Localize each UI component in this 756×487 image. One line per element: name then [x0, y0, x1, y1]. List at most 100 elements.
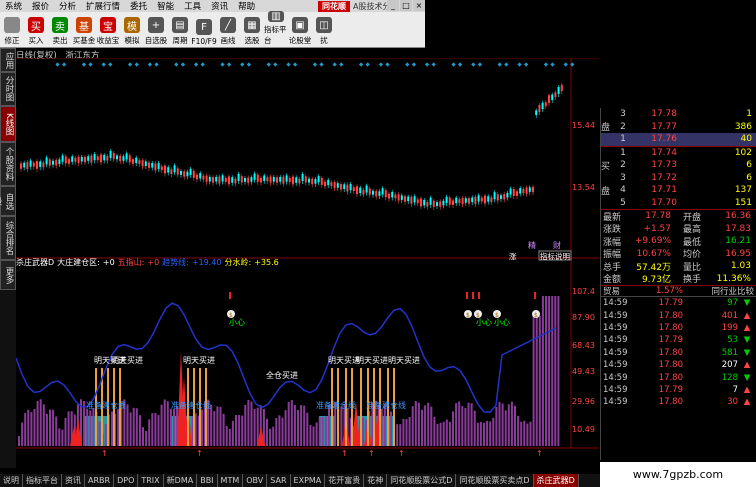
toolbar-icon: + — [148, 17, 164, 33]
candle-body — [186, 171, 189, 177]
toolbar-button[interactable]: 宝收益宝 — [96, 12, 120, 46]
candle-body — [554, 92, 557, 97]
indicator-tab[interactable]: OBV — [243, 474, 268, 487]
indicator-tab[interactable]: 杀庄武器D — [533, 474, 579, 487]
candle-body — [173, 165, 176, 173]
toolbar-button[interactable]: ╱ 画线 — [216, 12, 240, 46]
toolbar-button[interactable]: ▤ 周期 — [168, 12, 192, 46]
histogram-bar — [117, 409, 120, 446]
candle-body — [87, 156, 90, 161]
toolbar-button[interactable]: ▥ 指标平台 — [264, 11, 288, 46]
minimize-button[interactable]: _ — [387, 0, 399, 11]
toolbar-button[interactable]: 修正 — [0, 12, 24, 46]
histogram-bar — [421, 409, 423, 446]
price-tick: 15.44 — [572, 121, 595, 130]
histogram-bar — [461, 406, 464, 446]
candle-body — [343, 184, 346, 189]
event-marker — [523, 62, 529, 67]
candle-body — [333, 182, 336, 189]
indicator-tab[interactable]: DPO — [114, 474, 139, 487]
left-tab[interactable]: 个股资料 — [0, 142, 16, 186]
candle-body — [532, 186, 534, 193]
toolbar-icon: ▣ — [292, 17, 308, 33]
menu-item[interactable]: 委托 — [125, 0, 152, 12]
stat-label: 最高 — [682, 225, 701, 236]
toolbar-button[interactable]: 基买基金 — [72, 12, 96, 46]
candle-body — [276, 177, 278, 183]
histogram-bar — [92, 408, 95, 446]
histogram-bar — [383, 403, 386, 446]
candle-body — [269, 176, 272, 183]
candle-body — [352, 187, 355, 192]
toolbar-label: 买入 — [28, 36, 44, 45]
maximize-button[interactable]: □ — [400, 0, 412, 11]
tick-price: 17.80 — [658, 372, 683, 383]
event-marker — [246, 62, 252, 67]
toolbar-button[interactable]: + 自选股 — [144, 12, 168, 46]
histogram-bar — [250, 401, 253, 446]
candle-body — [535, 110, 538, 115]
toolbar-button[interactable]: ▦ 选股 — [240, 12, 264, 46]
indicator-tab[interactable]: ARBR — [85, 474, 115, 487]
left-tab[interactable]: 自选股 — [0, 186, 16, 216]
toolbar-button[interactable]: 买买入 — [24, 12, 48, 46]
quote-stat-row: 涨跌 +1.57 最高 17.83 — [601, 223, 756, 236]
indicator-tab[interactable]: 同花顺股票公式D — [387, 474, 457, 487]
left-tab[interactable]: 分时图 — [0, 72, 16, 106]
indicator-tab[interactable]: 新DMA — [164, 474, 198, 487]
indicator-tab[interactable]: 花神 — [364, 474, 388, 487]
menu-item[interactable]: 工具 — [179, 0, 206, 12]
indicator-tab[interactable]: 说明 — [0, 474, 23, 487]
menu-item[interactable]: 帮助 — [233, 0, 260, 12]
order-volume: 386 — [734, 121, 752, 132]
tick-time: 14:59 — [603, 335, 628, 346]
candle-body — [148, 162, 150, 168]
indicator-tab[interactable]: 资讯 — [62, 474, 85, 487]
menu-item[interactable]: 报价 — [27, 0, 54, 12]
indicator-tab[interactable]: 同花顺股票买卖点D — [456, 474, 534, 487]
close-button[interactable]: × — [413, 0, 425, 11]
toolbar-button[interactable]: 卖卖出 — [48, 12, 72, 46]
toolbar-button[interactable]: F F10/F9 — [191, 12, 217, 46]
indicator-tab[interactable]: EXPMA — [291, 474, 326, 487]
menu-item[interactable]: 智能 — [152, 0, 179, 12]
indicator-tab[interactable]: MTM — [218, 474, 244, 487]
candle-body — [432, 200, 435, 207]
menu-item[interactable]: 分析 — [54, 0, 81, 12]
chart-area[interactable]: 15.4413.54杀庄武器D 大庄建仓区: +0 五指山: +0 趋势线: +19.40 分… — [16, 58, 599, 463]
industry-compare-link[interactable]: 同行业比较 — [683, 285, 754, 297]
histogram-bar — [269, 428, 272, 446]
indicator-tab[interactable]: BBI — [197, 474, 218, 487]
sell-order-row: 盘 2 17.77 386 — [601, 121, 756, 134]
histogram-bar — [306, 412, 309, 446]
toolbar-button[interactable]: ◫ 扰 — [312, 12, 336, 46]
histogram-bar — [21, 422, 24, 446]
left-tab[interactable]: K线图 — [0, 106, 16, 142]
histogram-bar — [328, 405, 330, 446]
candle-body — [365, 185, 368, 193]
left-tab[interactable]: 更多 — [0, 260, 16, 290]
menu-item[interactable]: 系统 — [0, 0, 27, 12]
menu-item[interactable]: 资讯 — [206, 0, 233, 12]
indicator-tab[interactable]: TRIX — [138, 474, 164, 487]
warning-marker — [478, 292, 480, 299]
prepare-line-label: 准备建仓线 — [86, 400, 126, 410]
indicator-tab[interactable]: 指标平台 — [23, 474, 62, 487]
indicator-tab[interactable]: SAR — [267, 474, 291, 487]
event-marker — [424, 62, 430, 67]
histogram-bar — [489, 421, 492, 446]
menu-item[interactable]: 扩展行情 — [81, 0, 125, 12]
candle-body — [327, 179, 330, 186]
warning-marker — [229, 292, 231, 299]
histogram-bar — [160, 404, 163, 446]
candle-body — [45, 157, 48, 165]
toolbar-button[interactable]: ▣ 论股堂 — [288, 12, 312, 46]
histogram-bar — [98, 421, 101, 446]
left-tab[interactable]: 应用 — [0, 48, 16, 72]
indicator-tab[interactable]: 花开富贵 — [325, 474, 365, 487]
toolbar-button[interactable]: 模模拟 — [120, 12, 144, 46]
industry-label[interactable]: 贸易 — [603, 285, 643, 297]
left-tab[interactable]: 综合排名 — [0, 216, 16, 260]
tick-row: 14:59 17.79 7 ▲ — [601, 384, 756, 396]
candle-body — [484, 195, 486, 204]
